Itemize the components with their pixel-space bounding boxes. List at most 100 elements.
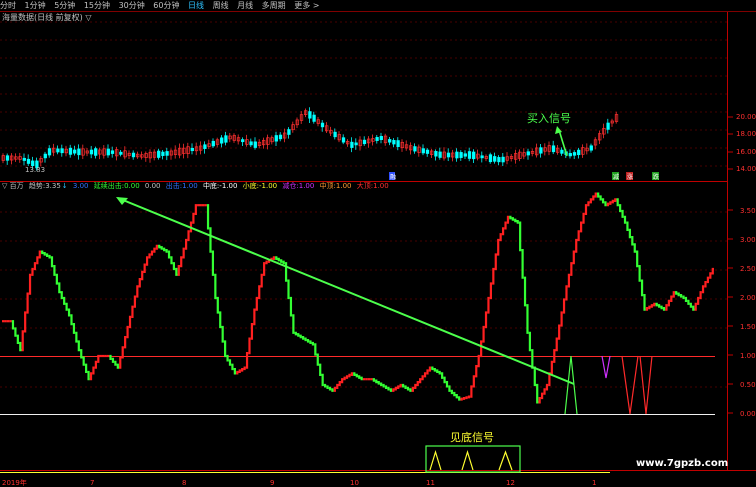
indicator-segment xyxy=(655,302,658,307)
indicator-segment xyxy=(289,296,293,317)
indicator-segment xyxy=(236,370,239,375)
candle-body xyxy=(89,149,94,155)
indicator-segment xyxy=(514,218,517,223)
indicator-segment xyxy=(82,356,85,366)
indicator-segment xyxy=(160,246,163,250)
indicator-segment xyxy=(309,340,312,345)
indicator-segment xyxy=(440,372,444,379)
indicator-segment xyxy=(328,386,332,391)
indicator-segment xyxy=(489,282,493,300)
indicator-segment xyxy=(109,354,112,360)
indicator-segment xyxy=(55,273,59,285)
indicator-segment xyxy=(31,267,34,276)
indicator-segment xyxy=(555,337,558,352)
indicator-segment xyxy=(562,298,566,314)
indicator-segment xyxy=(506,215,510,224)
ind-tick-350: 3.50 xyxy=(740,207,756,215)
indicator-segment xyxy=(301,336,305,340)
indicator-segment xyxy=(75,331,78,343)
indicator-segment xyxy=(123,336,127,349)
indicator-segment xyxy=(684,296,688,302)
indicator-segment xyxy=(623,215,627,224)
candle-body xyxy=(60,148,64,154)
indicator-segment xyxy=(67,308,71,317)
indicator-segment xyxy=(553,349,556,363)
indicator-segment xyxy=(145,256,149,266)
indicator-segment xyxy=(406,386,410,391)
indicator-segment xyxy=(392,388,395,392)
indicator-segment xyxy=(228,359,232,366)
indicator-segment xyxy=(545,383,549,391)
indicator-segment xyxy=(577,230,580,242)
indicator-segment xyxy=(97,354,100,363)
indicator-segment xyxy=(11,320,15,330)
ind-tick-150: 1.50 xyxy=(740,323,756,331)
indicator-segment xyxy=(143,263,146,273)
indicator-segment xyxy=(348,373,351,378)
indicator-segment xyxy=(667,299,671,307)
indicator-segment xyxy=(41,250,44,255)
indicator-segment xyxy=(26,292,29,314)
indicator-segment xyxy=(306,338,310,343)
indicator-segment xyxy=(699,291,702,300)
indicator-segment xyxy=(353,372,356,376)
indicator-segment xyxy=(180,256,183,268)
indicator-segment xyxy=(472,375,476,388)
indicator-segment xyxy=(501,227,505,236)
indicator-segment xyxy=(272,256,276,260)
indicator-segment xyxy=(616,198,619,207)
indicator-segment xyxy=(43,251,46,256)
candle-body xyxy=(488,154,493,163)
indicator-segment xyxy=(265,260,268,265)
indicator-segment xyxy=(226,354,229,362)
indicator-segment xyxy=(292,314,295,334)
indicator-segment xyxy=(89,372,93,381)
indicator-segment xyxy=(399,383,402,388)
marker-die-text: 跌 xyxy=(653,173,659,181)
candle-body xyxy=(131,152,136,158)
indicator-segment xyxy=(589,198,593,204)
indicator-segment xyxy=(567,273,571,288)
indicator-segment xyxy=(209,227,212,253)
candle-body xyxy=(31,160,35,167)
marker-rong-text: 融 xyxy=(390,173,396,181)
indicator-segment xyxy=(484,311,488,329)
indicator-segment xyxy=(550,360,554,375)
candle-body xyxy=(362,139,367,145)
candle-body xyxy=(421,148,425,154)
indicator-segment xyxy=(48,254,51,259)
candle-body xyxy=(354,142,358,146)
bottom-signal-label: 见底信号 xyxy=(450,430,494,444)
candle-body xyxy=(501,156,505,163)
indicator-segment xyxy=(172,262,176,271)
candle-body xyxy=(287,129,291,135)
indicator-segment xyxy=(599,195,602,201)
indicator-segment xyxy=(279,259,283,263)
indicator-segment xyxy=(162,247,166,252)
candle-body xyxy=(526,151,530,156)
indicator-segment xyxy=(155,244,159,250)
candle-body xyxy=(119,151,123,155)
indicator-segment xyxy=(557,324,561,340)
indicator-segment xyxy=(677,292,680,297)
indicator-segment xyxy=(387,386,390,391)
indicator-segment xyxy=(621,209,624,218)
indicator-segment xyxy=(153,247,156,253)
indicator-segment xyxy=(650,304,654,308)
indicator-segment xyxy=(670,295,673,302)
indicator-segment xyxy=(411,386,415,392)
indicator-segment xyxy=(231,363,234,371)
indicator-segment xyxy=(540,392,544,400)
chart-canvas[interactable]: 13.83 买入信号 20.00 18.00 16.00 14.00 融 减 涨… xyxy=(0,0,756,487)
low-price-label: 13.83 xyxy=(25,166,45,174)
candle-body xyxy=(560,149,564,154)
candle-body xyxy=(22,157,26,161)
indicator-segment xyxy=(333,386,337,392)
candle-body xyxy=(56,148,60,153)
x-label-11: 11 xyxy=(426,479,435,487)
candle-body xyxy=(211,140,215,147)
indicator-segment xyxy=(672,291,675,298)
indicator-segment xyxy=(457,396,461,401)
candle-body xyxy=(203,144,207,149)
indicator-segment xyxy=(184,238,188,250)
